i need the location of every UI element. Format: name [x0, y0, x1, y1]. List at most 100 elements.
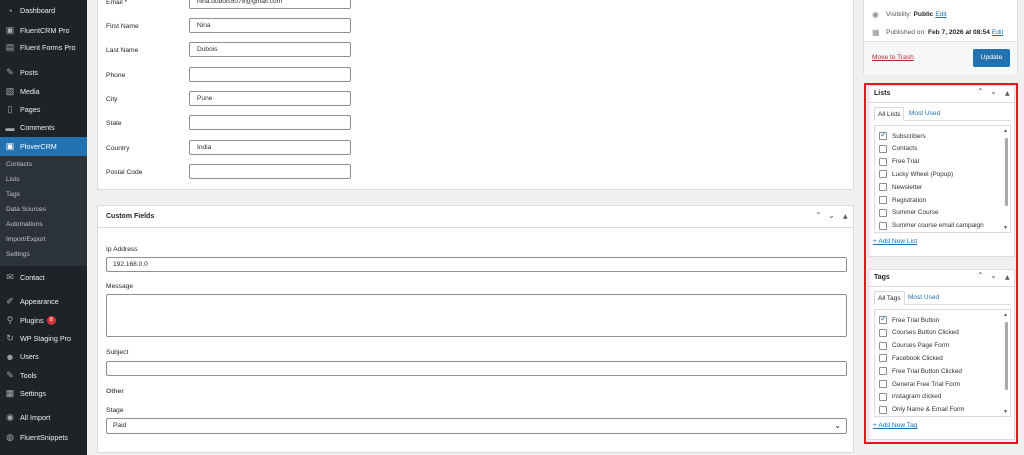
custom-fields-panel: Custom Fields ⌃ ⌄ ▲ Ip Address 192.168.0… [97, 205, 854, 453]
submenu-item-tags[interactable]: Tags [6, 188, 20, 202]
sidebar-item-label: FluentSnippets [20, 433, 68, 442]
sidebar-item-settings[interactable]: ▦ Settings [0, 384, 87, 403]
custom-fields-header: Custom Fields ⌃ ⌄ ▲ [98, 206, 853, 228]
field-input-email[interactable]: nina.dubois5078@gmail.com [189, 0, 351, 9]
plugin-icon: ⚲ [6, 315, 14, 325]
sidebar-item-posts[interactable]: ✎ Posts [0, 63, 87, 82]
move-to-trash-link[interactable]: Move to Trash [872, 54, 914, 61]
sidebar-item-plovercrm[interactable]: ▣ PloverCRM [0, 137, 87, 156]
custom-fields-title: Custom Fields [106, 213, 155, 220]
sidebar-item-plugins[interactable]: ⚲ Plugins 8 [0, 311, 87, 330]
submenu-item-automations[interactable]: Automations [6, 218, 43, 232]
chevron-down-icon: ⌄ [834, 421, 841, 430]
field-label: First Name [106, 23, 139, 30]
sidebar-item-label: Settings [20, 389, 46, 398]
stage-select-value: Paid [113, 422, 127, 429]
sidebar-item-label: Users [20, 352, 39, 361]
published-row: ▦ Published on: Feb 7, 2026 at 08:54 Edi… [872, 28, 1003, 37]
stage-select[interactable]: Paid ⌄ [106, 418, 847, 434]
other-heading: Other [106, 388, 124, 395]
field-input-postal-code[interactable] [189, 164, 351, 179]
update-button[interactable]: Update [973, 49, 1010, 67]
submenu-item-lists[interactable]: Lists [6, 173, 20, 187]
field-input-city[interactable]: Pune [189, 91, 351, 106]
sidebar-item-label: WP Staging Pro [20, 334, 72, 343]
stage-label: Stage [106, 407, 124, 414]
contact-details-panel: Email * nina.dubois5078@gmail.com First Na… [97, 0, 854, 190]
sidebar-item-label: Contact [20, 273, 45, 282]
sidebar-item-users[interactable]: ☻ Users [0, 347, 87, 366]
sidebar-item-fluentsnippets[interactable]: ◍ FluentSnippets [0, 428, 87, 447]
submenu-item-contacts[interactable]: Contacts [6, 158, 32, 172]
sidebar-item-label: Posts [20, 68, 38, 77]
sidebar-item-dashboard[interactable]: ◔ Dashboard [0, 1, 87, 20]
fluentcrm-icon: ▣ [5, 25, 15, 35]
move-down-icon[interactable]: ⌄ [828, 211, 835, 220]
visibility-value: Public [913, 11, 934, 18]
message-label: Message [106, 283, 134, 290]
sidebar-item-contact[interactable]: ✉ Contact [0, 268, 87, 287]
calendar-icon: ▦ [872, 28, 880, 37]
sidebar-item-media[interactable]: ▧ Media [0, 82, 87, 101]
visibility-row: ◉ Visibility: Public Edit [872, 10, 947, 19]
sidebar-item-label: FluentCRM Pro [20, 26, 70, 35]
publish-box: ◉ Visibility: Public Edit ▦ Published on… [863, 0, 1018, 75]
sidebar-item-label: Pages [20, 105, 41, 114]
comments-icon: ▬ [5, 122, 15, 133]
sidebar-item-all-import[interactable]: ◉ All Import [0, 408, 87, 427]
mail-icon: ✉ [6, 272, 14, 282]
message-textarea[interactable] [106, 294, 847, 337]
sidebar-item-comments[interactable]: ▬ Comments [0, 118, 87, 137]
field-input-last-name[interactable]: Dubois [189, 42, 351, 57]
published-value: Feb 7, 2026 at 08:54 [927, 29, 990, 36]
plugin-update-badge: 8 [46, 316, 56, 325]
field-label: Country [106, 145, 130, 152]
wrench-icon: ✎ [6, 370, 14, 380]
subject-label: Subject [106, 349, 129, 356]
publish-actions: Move to Trash Update [864, 41, 1017, 75]
plovercrm-icon: ▣ [5, 141, 15, 151]
sidebar-item-label: Dashboard [20, 6, 56, 15]
ip-address-input[interactable]: 192.168.0.0 [106, 257, 847, 272]
field-label: State [106, 120, 122, 127]
sidebar-item-tools[interactable]: ✎ Tools [0, 366, 87, 385]
subject-input[interactable] [106, 361, 847, 376]
field-label: City [106, 96, 118, 103]
field-input-country[interactable]: India [189, 140, 351, 155]
sidebar-item-label: Tools [20, 371, 37, 380]
media-icon: ▧ [5, 86, 15, 96]
field-input-first-name[interactable]: Nina [189, 18, 351, 33]
pages-icon: ▯ [7, 104, 13, 114]
published-edit-link[interactable]: Edit [992, 29, 1003, 36]
staging-icon: ↻ [6, 333, 14, 343]
move-up-icon[interactable]: ⌃ [815, 211, 822, 220]
sidebar-item-appearance[interactable]: ✐ Appearance [0, 292, 87, 311]
visibility-edit-link[interactable]: Edit [935, 11, 946, 18]
published-label: Published on: [886, 29, 926, 36]
field-label: Email * [106, 0, 128, 6]
collapse-toggle-icon[interactable]: ▲ [843, 213, 848, 220]
fluentforms-icon: ▤ [5, 42, 15, 52]
field-label: Phone [106, 72, 126, 79]
submenu-item-import-export[interactable]: Import/Export [6, 233, 46, 247]
sidebar-item-pages[interactable]: ▯ Pages [0, 100, 87, 119]
field-input-phone[interactable] [189, 67, 351, 82]
submenu-item-data-sources[interactable]: Data Sources [6, 203, 46, 217]
ip-address-label: Ip Address [106, 246, 138, 253]
highlight-box [864, 83, 1018, 444]
field-label: Postal Code [106, 169, 143, 176]
visibility-label: Visibility: [886, 11, 912, 18]
pin-icon: ✎ [6, 67, 14, 77]
import-icon: ◉ [6, 412, 14, 422]
sidebar-item-label: Fluent Forms Pro [20, 43, 76, 52]
sidebar-item-label: Plugins [20, 316, 44, 325]
eye-icon: ◉ [872, 10, 879, 19]
field-label: Last Name [106, 47, 139, 54]
sidebar-item-label: PloverCRM [20, 142, 57, 151]
snippets-icon: ◍ [6, 432, 14, 442]
settings-icon: ▦ [5, 388, 15, 398]
sidebar-item-wp-staging-pro[interactable]: ↻ WP Staging Pro [0, 329, 87, 348]
field-input-state[interactable] [189, 115, 351, 130]
sidebar-item-fluent-forms-pro[interactable]: ▤ Fluent Forms Pro [0, 38, 87, 57]
submenu-item-settings[interactable]: Settings [6, 248, 30, 262]
